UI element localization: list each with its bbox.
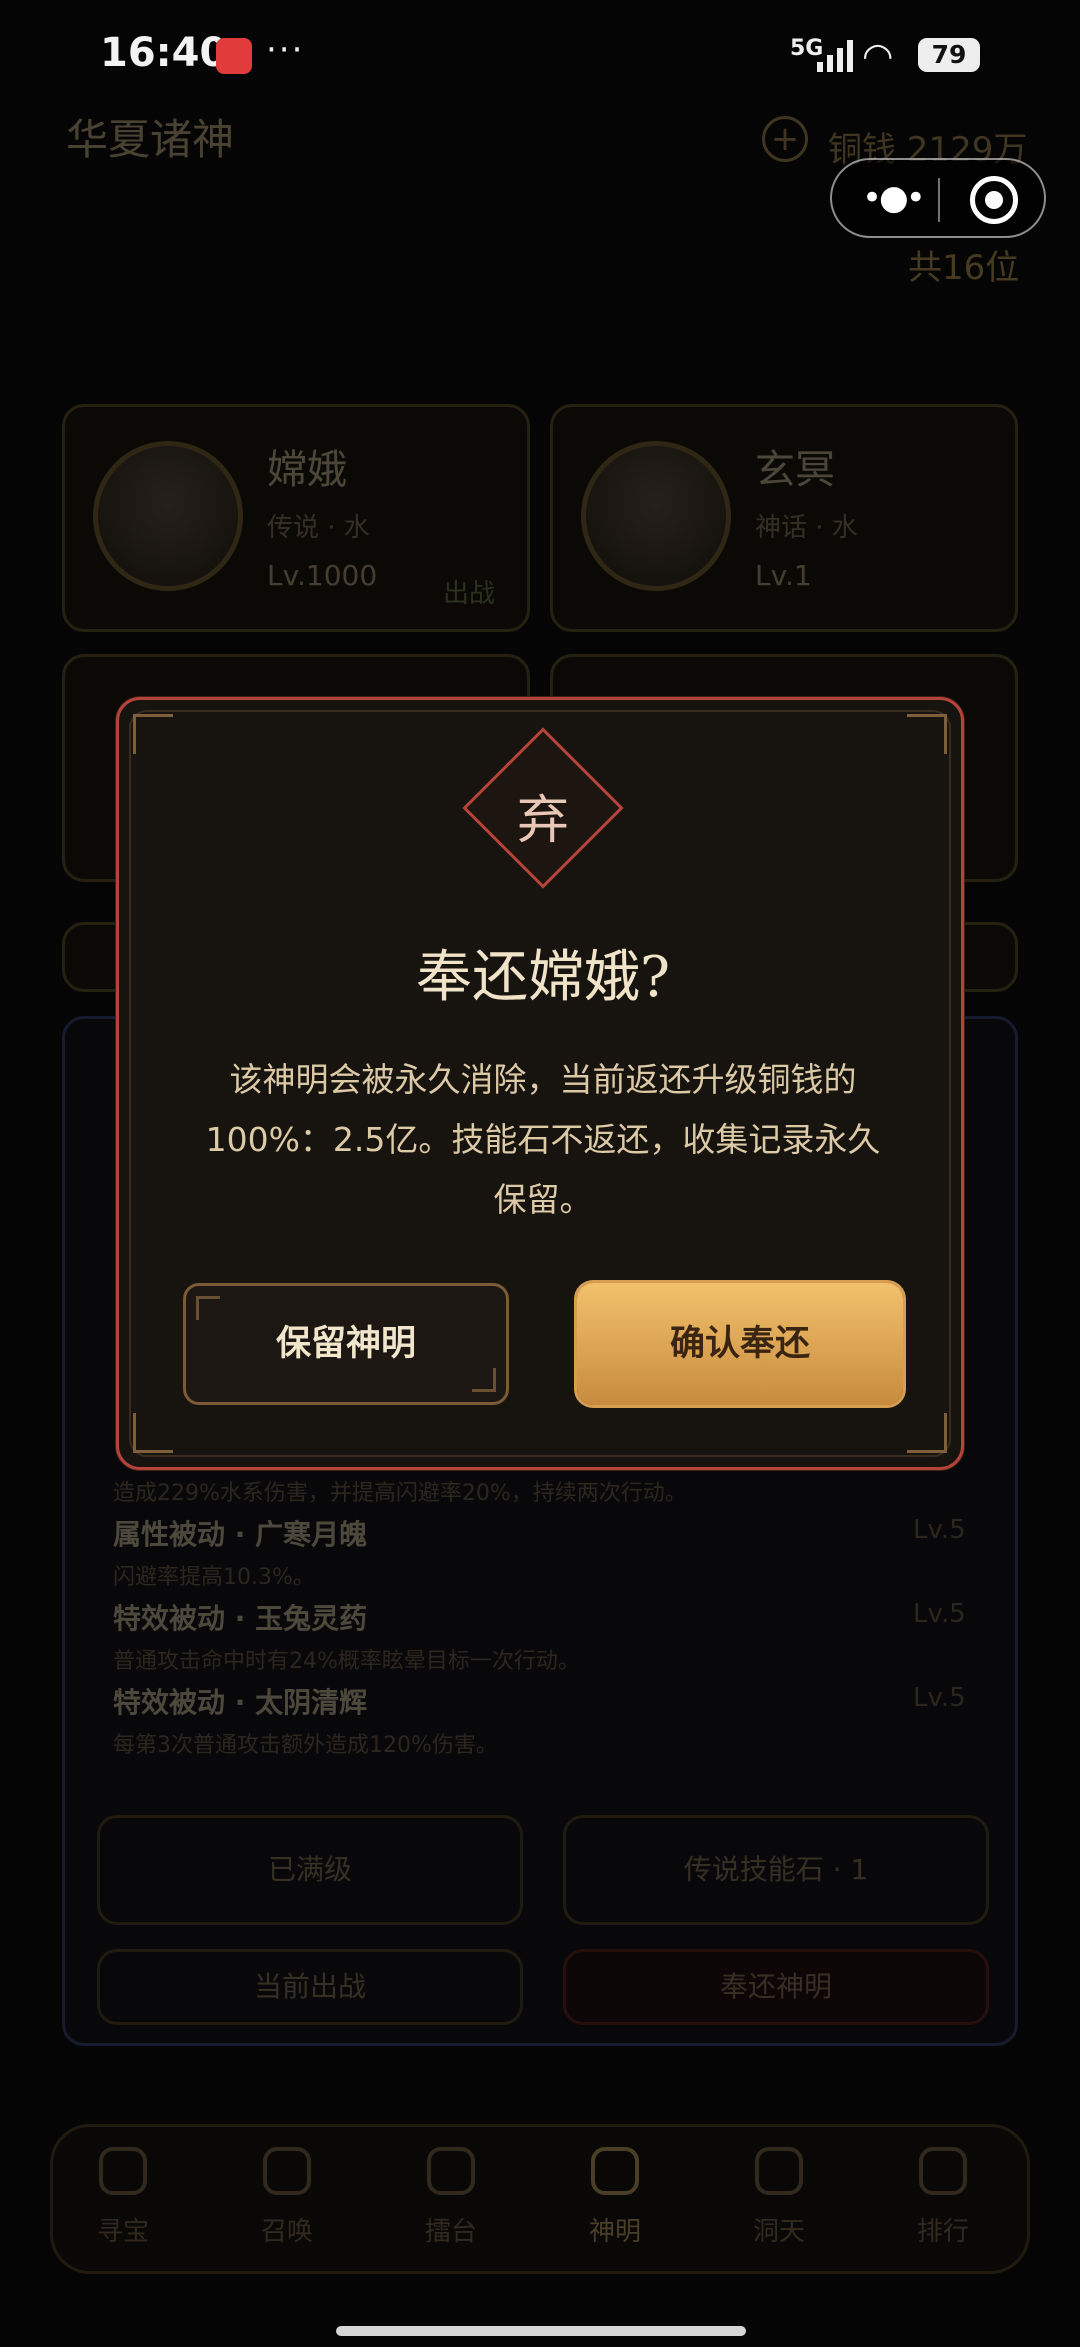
nav-item-gods[interactable]: 神明 [545, 2147, 685, 2248]
keep-god-label: 保留神明 [275, 1324, 416, 1364]
skill-stone-button[interactable]: 传说技能石 · 1 [563, 1815, 989, 1925]
skill-level: Lv.5 [913, 1515, 966, 1545]
god-name: 玄冥 [755, 447, 835, 493]
button-corner [472, 1368, 496, 1392]
page-title: 华夏诸神 [66, 115, 235, 164]
wifi-icon: ◠ [862, 36, 894, 77]
god-card-xuanming[interactable]: 玄冥 神话 · 水 Lv.1 [550, 404, 1018, 632]
god-card-change[interactable]: 嫦娥 传说 · 水 Lv.1000 出战 [62, 404, 530, 632]
skill-desc: 普通攻击命中时有24%概率眩晕目标一次行动。 [113, 1649, 580, 1674]
avatar [93, 441, 243, 591]
return-god-button[interactable]: 奉还神明 [563, 1949, 989, 2025]
corner-ornament [907, 714, 947, 754]
skill-level: Lv.5 [913, 1599, 966, 1629]
nav-label: 擂台 [424, 2217, 477, 2247]
summon-icon [263, 2147, 311, 2195]
return-god-dialog: 弃 奉还嫦娥? 该神明会被永久消除，当前返还升级铜钱的100%：2.5亿。技能石… [116, 697, 964, 1470]
skill-level: Lv.5 [913, 1683, 966, 1713]
maxed-button[interactable]: 已满级 [97, 1815, 523, 1925]
gods-icon [591, 2147, 639, 2195]
nav-item-ranking[interactable]: 排行 [873, 2147, 1013, 2248]
skill-title: 特效被动 · 玉兔灵药 [113, 1602, 368, 1635]
status-time: 16:40 [100, 30, 228, 76]
more-icon[interactable]: •●• [862, 178, 926, 218]
god-tags: 神话 · 水 [755, 513, 858, 543]
avatar [581, 441, 731, 591]
arena-icon [427, 2147, 475, 2195]
nav-label: 召唤 [260, 2217, 313, 2247]
discard-emblem-char: 弃 [516, 791, 569, 851]
treasure-icon [99, 2147, 147, 2195]
corner-ornament [133, 714, 173, 754]
confirm-return-label: 确认奉还 [669, 1324, 810, 1364]
nav-item-summon[interactable]: 召唤 [217, 2147, 357, 2248]
skill-title: 特效被动 · 太阴清辉 [113, 1686, 368, 1719]
nav-label: 排行 [916, 2217, 969, 2247]
more-notifications-icon: ··· [266, 30, 305, 70]
skill-title: 属性被动 · 广寒月魄 [113, 1518, 368, 1551]
nav-label: 寻宝 [96, 2217, 149, 2247]
nav-item-arena[interactable]: 擂台 [381, 2147, 521, 2248]
miniprogram-capsule: •●• [830, 158, 1046, 238]
ranking-icon [919, 2147, 967, 2195]
skill-desc: 造成229%水系伤害，并提高闪避率20%，持续两次行动。 [113, 1481, 687, 1506]
god-level: Lv.1 [755, 559, 812, 592]
notification-app-icon [216, 38, 252, 74]
dialog-title: 奉还嫦娥? [415, 945, 671, 1010]
keep-god-button[interactable]: 保留神明 [183, 1283, 509, 1405]
god-count: 共16位 [908, 248, 1020, 288]
god-name: 嫦娥 [267, 447, 347, 493]
status-bar: 16:40 ··· 5G ◠ 79 [0, 0, 1080, 110]
bottom-nav: 寻宝 召唤 擂台 神明 洞天 排行 [50, 2124, 1030, 2274]
button-corner [196, 1296, 220, 1320]
add-coin-icon[interactable]: + [762, 116, 808, 162]
signal-icon [817, 40, 853, 72]
home-indicator[interactable] [336, 2326, 746, 2336]
god-level: Lv.1000 [267, 559, 378, 592]
god-tags: 传说 · 水 [267, 513, 370, 543]
close-miniprogram-icon[interactable] [970, 176, 1018, 224]
cave-icon [755, 2147, 803, 2195]
nav-label: 洞天 [752, 2217, 805, 2247]
skill-desc: 每第3次普通攻击额外造成120%伤害。 [113, 1733, 498, 1758]
confirm-return-button[interactable]: 确认奉还 [577, 1283, 903, 1405]
deployed-badge: 出战 [443, 579, 496, 609]
dialog-message: 该神明会被永久消除，当前返还升级铜钱的100%：2.5亿。技能石不返还，收集记录… [205, 1060, 881, 1219]
nav-label: 神明 [588, 2217, 641, 2247]
corner-ornament [907, 1413, 947, 1453]
corner-ornament [133, 1413, 173, 1453]
nav-item-treasure[interactable]: 寻宝 [53, 2147, 193, 2248]
current-deploy-button[interactable]: 当前出战 [97, 1949, 523, 2025]
capsule-divider [938, 178, 940, 222]
battery-level: 79 [918, 38, 980, 72]
nav-item-cave[interactable]: 洞天 [709, 2147, 849, 2248]
skill-desc: 闪避率提高10.3%。 [113, 1565, 315, 1590]
